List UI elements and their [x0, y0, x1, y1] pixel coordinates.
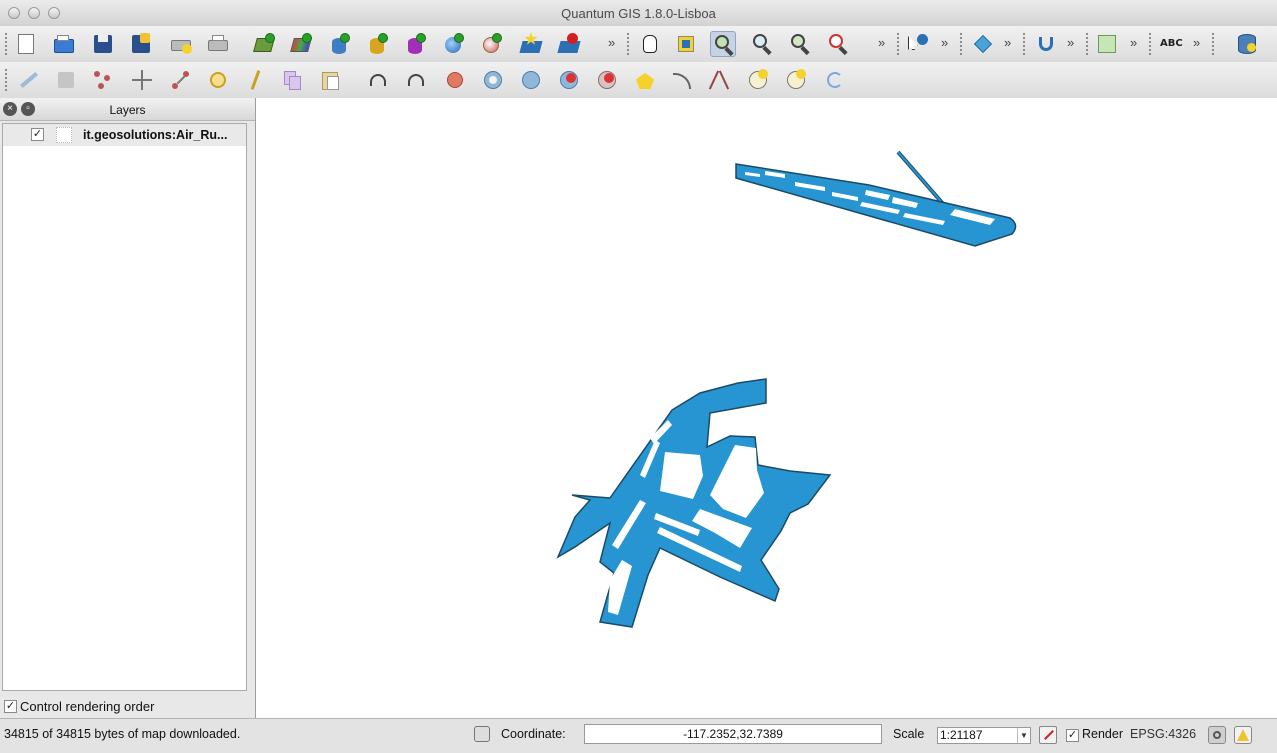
runway-feature-south[interactable]	[556, 378, 832, 628]
toolbar-overflow-icon[interactable]: »	[608, 35, 615, 50]
layers-panel-header: × ▫ Layers	[0, 98, 255, 121]
toolbar-grip[interactable]	[959, 32, 963, 56]
delete-ring-icon[interactable]	[556, 67, 582, 93]
layer-name: it.geosolutions:Air_Ru...	[83, 128, 228, 142]
add-part-icon[interactable]	[518, 67, 544, 93]
zoom-out-icon[interactable]	[749, 31, 775, 57]
control-rendering-order-label: Control rendering order	[20, 699, 155, 714]
main-toolbar: » » » » » » ABC »	[0, 26, 1277, 63]
new-shapefile-icon[interactable]	[518, 31, 544, 57]
map-features[interactable]	[256, 98, 1277, 718]
add-ring-icon[interactable]	[480, 67, 506, 93]
zoom-full-icon[interactable]	[787, 31, 813, 57]
delete-part-icon[interactable]	[594, 67, 620, 93]
toolbar-overflow-icon[interactable]: »	[878, 35, 885, 50]
select-icon[interactable]	[970, 31, 996, 57]
offset-curve-icon[interactable]	[669, 67, 695, 93]
toolbar-grip[interactable]	[1085, 32, 1089, 56]
crs-settings-icon[interactable]	[1208, 726, 1226, 744]
save-edits-icon[interactable]	[53, 67, 79, 93]
toolbar-overflow-icon[interactable]: »	[1193, 35, 1200, 50]
node-tool-icon[interactable]	[167, 67, 193, 93]
toolbar-overflow-icon[interactable]: »	[941, 35, 948, 50]
add-wms-layer-icon[interactable]	[441, 31, 467, 57]
redo-icon[interactable]	[403, 67, 429, 93]
toolbar-grip[interactable]	[626, 32, 630, 56]
merge-attributes-icon[interactable]	[784, 67, 810, 93]
paste-features-icon[interactable]	[318, 67, 344, 93]
toolbar-overflow-icon[interactable]: »	[1130, 35, 1137, 50]
simplify-feature-icon[interactable]	[442, 67, 468, 93]
stop-render-icon[interactable]	[1039, 726, 1057, 744]
copy-features-icon[interactable]	[280, 67, 306, 93]
save-as-icon[interactable]	[128, 31, 154, 57]
window-title: Quantum GIS 1.8.0-Lisboa	[561, 6, 716, 21]
editing-toolbar	[0, 62, 1277, 99]
toolbar-grip[interactable]	[1211, 32, 1215, 56]
toolbar-grip[interactable]	[1148, 32, 1152, 56]
label-icon[interactable]: ABC	[1158, 31, 1184, 57]
coordinate-field[interactable]: -117.2352,32.7389	[584, 724, 882, 744]
print-composer-manager-icon[interactable]	[205, 31, 231, 57]
add-feature-icon[interactable]	[90, 67, 116, 93]
toggle-extents-icon[interactable]	[474, 726, 490, 742]
layers-panel-title: Layers	[109, 103, 146, 117]
undo-icon[interactable]	[365, 67, 391, 93]
add-postgis-layer-icon[interactable]	[327, 31, 353, 57]
chevron-down-icon[interactable]: ▼	[1017, 728, 1030, 743]
new-print-composer-icon[interactable]	[168, 31, 194, 57]
zoom-in-icon[interactable]	[710, 31, 736, 57]
database-icon[interactable]	[1234, 31, 1260, 57]
annotation-icon[interactable]	[1094, 31, 1120, 57]
toolbar-overflow-icon[interactable]: »	[1067, 35, 1074, 50]
add-mssql-layer-icon[interactable]	[403, 31, 429, 57]
render-checkbox[interactable]: ✓	[1066, 729, 1079, 742]
delete-selected-icon[interactable]	[205, 67, 231, 93]
merge-features-icon[interactable]	[746, 67, 772, 93]
pan-to-selection-icon[interactable]	[673, 31, 699, 57]
scale-value: 1:21187	[940, 728, 983, 742]
layer-visibility-checkbox[interactable]: ✓	[31, 128, 44, 141]
toolbar-grip[interactable]	[1022, 32, 1026, 56]
crs-label[interactable]: EPSG:4326	[1130, 727, 1196, 741]
toggle-editing-icon[interactable]	[15, 67, 41, 93]
map-canvas[interactable]	[256, 98, 1277, 718]
add-vector-layer-icon[interactable]	[252, 31, 278, 57]
coordinate-label: Coordinate:	[501, 727, 566, 741]
save-project-icon[interactable]	[90, 31, 116, 57]
add-raster-layer-icon[interactable]	[289, 31, 315, 57]
messages-warning-icon[interactable]	[1234, 726, 1252, 744]
layer-item[interactable]: ✓ it.geosolutions:Air_Ru...	[3, 124, 246, 146]
zoom-to-layer-icon[interactable]	[825, 31, 851, 57]
render-label: Render	[1082, 727, 1123, 741]
layers-panel: × ▫ Layers ✓ it.geosolutions:Air_Ru... ✓…	[0, 98, 256, 718]
measure-icon[interactable]	[1033, 31, 1059, 57]
status-message: 34815 of 34815 bytes of map downloaded.	[4, 727, 241, 741]
layer-tree[interactable]: ✓ it.geosolutions:Air_Ru...	[2, 123, 247, 691]
split-features-icon[interactable]	[707, 67, 733, 93]
scale-combobox[interactable]: 1:21187 ▼	[937, 727, 1031, 744]
reshape-features-icon[interactable]	[632, 67, 658, 93]
title-bar: Quantum GIS 1.8.0-Lisboa	[0, 0, 1277, 27]
add-spatialite-layer-icon[interactable]	[365, 31, 391, 57]
toolbar-grip[interactable]	[4, 32, 8, 56]
remove-layer-icon[interactable]	[556, 31, 582, 57]
status-bar: 34815 of 34815 bytes of map downloaded. …	[0, 718, 1277, 753]
cut-features-icon[interactable]	[243, 67, 269, 93]
toolbar-grip[interactable]	[4, 68, 8, 92]
add-wfs-layer-icon[interactable]	[479, 31, 505, 57]
layer-type-icon	[56, 127, 72, 143]
identify-icon[interactable]	[905, 31, 931, 57]
control-rendering-order-checkbox[interactable]: ✓	[4, 700, 17, 713]
pan-icon[interactable]	[637, 31, 663, 57]
rotate-point-symbols-icon[interactable]	[822, 67, 848, 93]
runway-feature-north[interactable]	[735, 150, 1017, 247]
open-project-icon[interactable]	[51, 31, 77, 57]
toolbar-grip[interactable]	[896, 32, 900, 56]
toolbar-overflow-icon[interactable]: »	[1004, 35, 1011, 50]
scale-label: Scale	[893, 727, 925, 741]
move-feature-icon[interactable]	[129, 67, 155, 93]
new-project-icon[interactable]	[13, 31, 39, 57]
